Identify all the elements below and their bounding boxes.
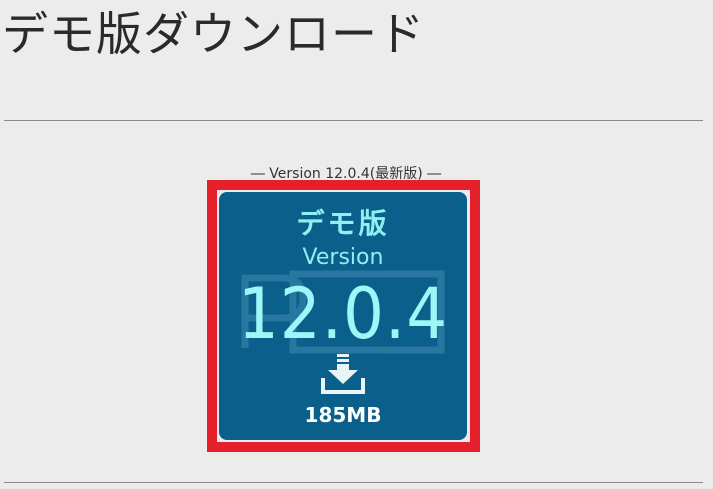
version-number: 12.0.4 (237, 273, 449, 355)
title-divider (4, 120, 703, 121)
section-divider (4, 482, 703, 483)
version-label: Version (302, 245, 384, 270)
download-icon (321, 354, 365, 394)
demo-download-button[interactable]: デモ版 Version 12.0.4 185MB (219, 192, 467, 440)
file-size: 185MB (304, 403, 382, 427)
demo-badge: デモ版 (296, 207, 390, 240)
page-title: デモ版ダウンロード (2, 7, 425, 61)
